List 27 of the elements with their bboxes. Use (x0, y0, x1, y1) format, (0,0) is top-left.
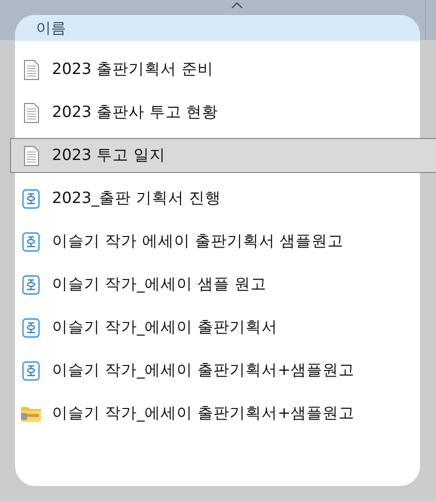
file-row[interactable]: 이슬기 작가_에세이 출판기획서 (15, 306, 420, 349)
document-icon (20, 274, 42, 294)
file-name: 2023 출판기획서 준비 (52, 59, 214, 80)
file-row[interactable]: 이슬기 작가_에세이 출판기획서+샘플원고 (15, 392, 420, 435)
file-name: 이슬기 작가_에세이 샘플 원고 (52, 274, 267, 295)
file-name: 이슬기 작가 에세이 출판기획서 샘플원고 (52, 231, 344, 252)
file-row[interactable]: 이슬기 작가 에세이 출판기획서 샘플원고 (15, 220, 420, 263)
file-name: 이슬기 작가_에세이 출판기획서+샘플원고 (52, 360, 355, 381)
file-row[interactable]: 2023 투고 일지 (10, 138, 436, 173)
document-icon (20, 188, 42, 208)
sort-up-icon[interactable] (231, 2, 243, 9)
file-name: 2023 출판사 투고 현황 (52, 102, 218, 123)
file-row[interactable]: 2023 출판기획서 준비 (15, 48, 420, 91)
column-title[interactable]: 이름 (36, 18, 66, 38)
file-row[interactable]: 2023 출판사 투고 현황 (15, 91, 420, 134)
document-icon (20, 232, 42, 252)
file-name: 이슬기 작가_에세이 출판기획서 (52, 317, 278, 338)
document-icon (20, 318, 42, 338)
file-row[interactable]: 이슬기 작가_에세이 샘플 원고 (15, 263, 420, 306)
file-name: 2023_출판 기획서 진행 (52, 188, 222, 209)
file-row[interactable]: 이슬기 작가_에세이 출판기획서+샘플원고 (15, 349, 420, 392)
file-name: 이슬기 작가_에세이 출판기획서+샘플원고 (52, 403, 355, 424)
zip-folder-icon (20, 404, 42, 422)
file-row[interactable]: 2023_출판 기획서 진행 (15, 177, 420, 220)
file-name: 2023 투고 일지 (52, 145, 166, 166)
column-header[interactable]: 이름 (15, 15, 420, 41)
document-icon (20, 360, 42, 380)
